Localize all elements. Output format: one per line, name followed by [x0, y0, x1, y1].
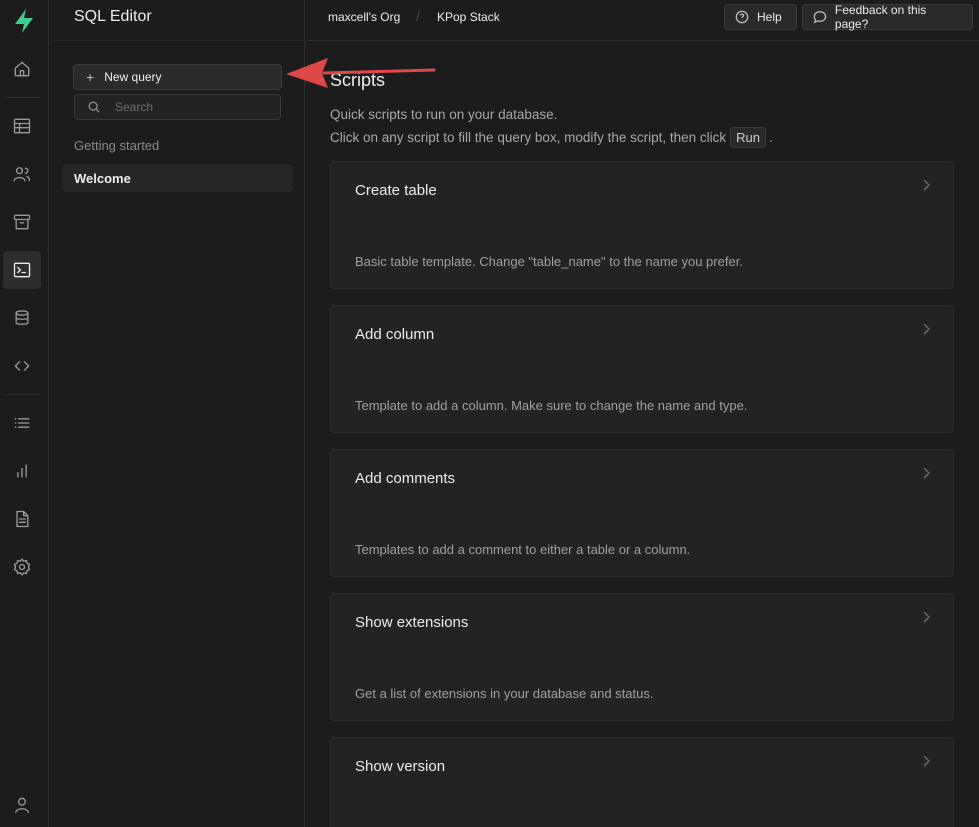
script-card-title: Create table: [355, 182, 437, 199]
chevron-right-icon: [923, 755, 931, 767]
storage-icon[interactable]: [3, 203, 41, 241]
script-card-title: Show version: [355, 758, 446, 775]
script-card-show-version[interactable]: Show version: [330, 737, 954, 827]
reports-icon[interactable]: [3, 452, 41, 490]
plus-icon: +: [86, 69, 95, 85]
docs-icon[interactable]: [3, 500, 41, 538]
description-line-1: Quick scripts to run on your database.: [330, 107, 558, 122]
sql-editor-icon[interactable]: [3, 251, 41, 289]
settings-icon[interactable]: [3, 548, 41, 586]
search-input[interactable]: [115, 100, 265, 114]
run-key-badge: Run: [730, 127, 767, 148]
chevron-right-icon: [923, 611, 931, 623]
feedback-button[interactable]: Feedback on this page?: [802, 3, 973, 31]
script-card-description: Basic table template. Change "table_name…: [355, 254, 743, 269]
script-card-add-comments[interactable]: Add comments Templates to add a comment …: [330, 449, 954, 577]
account-icon[interactable]: [3, 786, 41, 824]
new-query-label: New query: [104, 70, 162, 84]
api-code-icon[interactable]: [3, 347, 41, 385]
annotation-arrow-icon: [286, 58, 436, 88]
search-icon: [88, 101, 100, 113]
script-card-create-table[interactable]: Create table Basic table template. Chang…: [330, 161, 954, 289]
table-editor-icon[interactable]: [3, 107, 41, 145]
chevron-right-icon: [923, 467, 931, 479]
home-icon[interactable]: [3, 50, 41, 88]
description-line-2: Click on any script to fill the query bo…: [330, 127, 773, 148]
sidebar-item-welcome[interactable]: Welcome: [62, 164, 293, 192]
message-bubble-icon: [813, 11, 827, 24]
section-title: SQL Editor: [74, 8, 152, 25]
feedback-label: Feedback on this page?: [834, 3, 927, 31]
supabase-logo-icon[interactable]: [10, 7, 38, 35]
script-card-title: Add column: [355, 326, 435, 343]
script-card-title: Add comments: [355, 470, 456, 487]
script-card-show-extensions[interactable]: Show extensions Get a list of extensions…: [330, 593, 954, 721]
sql-editor-sidebar: SQL Editor + New query Getting started W…: [50, 0, 305, 827]
chevron-right-icon: [923, 179, 931, 191]
sidebar-header-divider: [50, 40, 305, 41]
help-label: Help: [757, 10, 782, 24]
scripts-panel: Scripts Quick scripts to run on your dat…: [306, 41, 979, 827]
database-icon[interactable]: [3, 299, 41, 337]
auth-users-icon[interactable]: [3, 155, 41, 193]
description-line-2-text: Click on any script to fill the query bo…: [330, 130, 727, 145]
chevron-right-icon: [923, 323, 931, 335]
script-card-title: Show extensions: [355, 614, 469, 631]
new-query-button[interactable]: + New query: [73, 64, 282, 90]
logs-list-icon[interactable]: [3, 404, 41, 442]
script-card-description: Template to add a column. Make sure to c…: [355, 398, 748, 413]
rail-divider: [4, 394, 40, 395]
breadcrumb-project[interactable]: KPop Stack: [437, 10, 500, 24]
top-bar: maxcell's Org / KPop Stack Help Feedback…: [306, 0, 979, 41]
help-button[interactable]: Help: [724, 4, 797, 30]
icon-rail: [0, 0, 49, 827]
script-card-description: Get a list of extensions in your databas…: [355, 686, 654, 701]
script-card-description: Templates to add a comment to either a t…: [355, 542, 691, 557]
rail-divider: [4, 97, 40, 98]
getting-started-label: Getting started: [74, 138, 160, 153]
breadcrumb-separator: /: [416, 8, 420, 24]
search-field[interactable]: [74, 94, 281, 120]
help-circle-icon: [735, 10, 749, 24]
script-card-add-column[interactable]: Add column Template to add a column. Mak…: [330, 305, 954, 433]
breadcrumb-org[interactable]: maxcell's Org: [328, 10, 400, 24]
description-line-2-end: .: [769, 130, 773, 145]
